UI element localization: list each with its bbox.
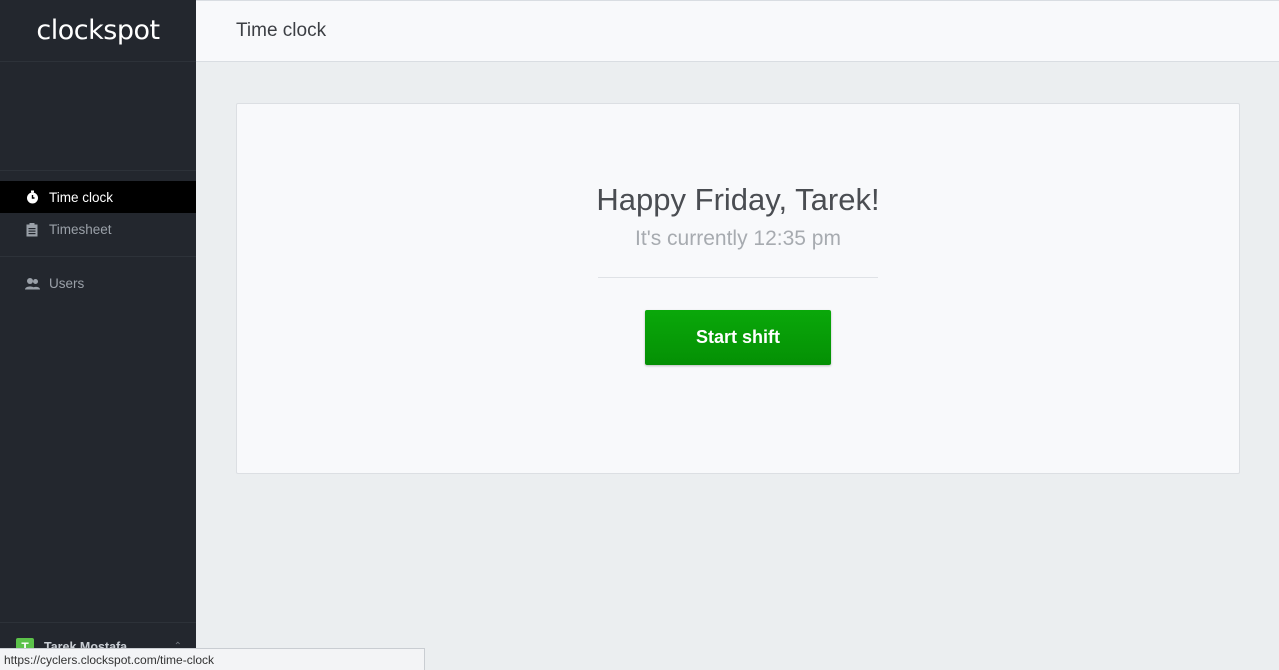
nav-divider bbox=[0, 256, 196, 257]
sidebar-spacer bbox=[0, 62, 196, 171]
sidebar-item-users[interactable]: Users bbox=[0, 267, 196, 300]
time-clock-card: Happy Friday, Tarek! It's currently 12:3… bbox=[236, 103, 1240, 474]
current-time: It's currently 12:35 pm bbox=[635, 227, 841, 250]
greeting: Happy Friday, Tarek! bbox=[596, 182, 880, 217]
stopwatch-icon bbox=[24, 189, 40, 205]
logo-area: clockspot bbox=[0, 0, 196, 62]
page-title: Time clock bbox=[236, 20, 327, 41]
sidebar-item-label: Timesheet bbox=[49, 222, 112, 237]
sidebar-nav: Time clock Timesheet Users bbox=[0, 171, 196, 300]
sidebar-item-label: Users bbox=[49, 276, 85, 291]
divider bbox=[598, 277, 878, 278]
sidebar-item-timesheet[interactable]: Timesheet bbox=[0, 213, 196, 246]
sidebar-item-time-clock[interactable]: Time clock bbox=[0, 181, 196, 213]
sidebar: clockspot Time clock Timesheet Users T T… bbox=[0, 0, 196, 670]
status-bar-url: https://cyclers.clockspot.com/time-clock bbox=[0, 648, 425, 670]
sidebar-item-label: Time clock bbox=[49, 189, 114, 205]
header: Time clock bbox=[196, 0, 1279, 62]
users-icon bbox=[24, 276, 40, 292]
clipboard-icon bbox=[24, 222, 40, 238]
start-shift-button[interactable]: Start shift bbox=[645, 310, 831, 365]
app-logo[interactable]: clockspot bbox=[36, 15, 160, 46]
